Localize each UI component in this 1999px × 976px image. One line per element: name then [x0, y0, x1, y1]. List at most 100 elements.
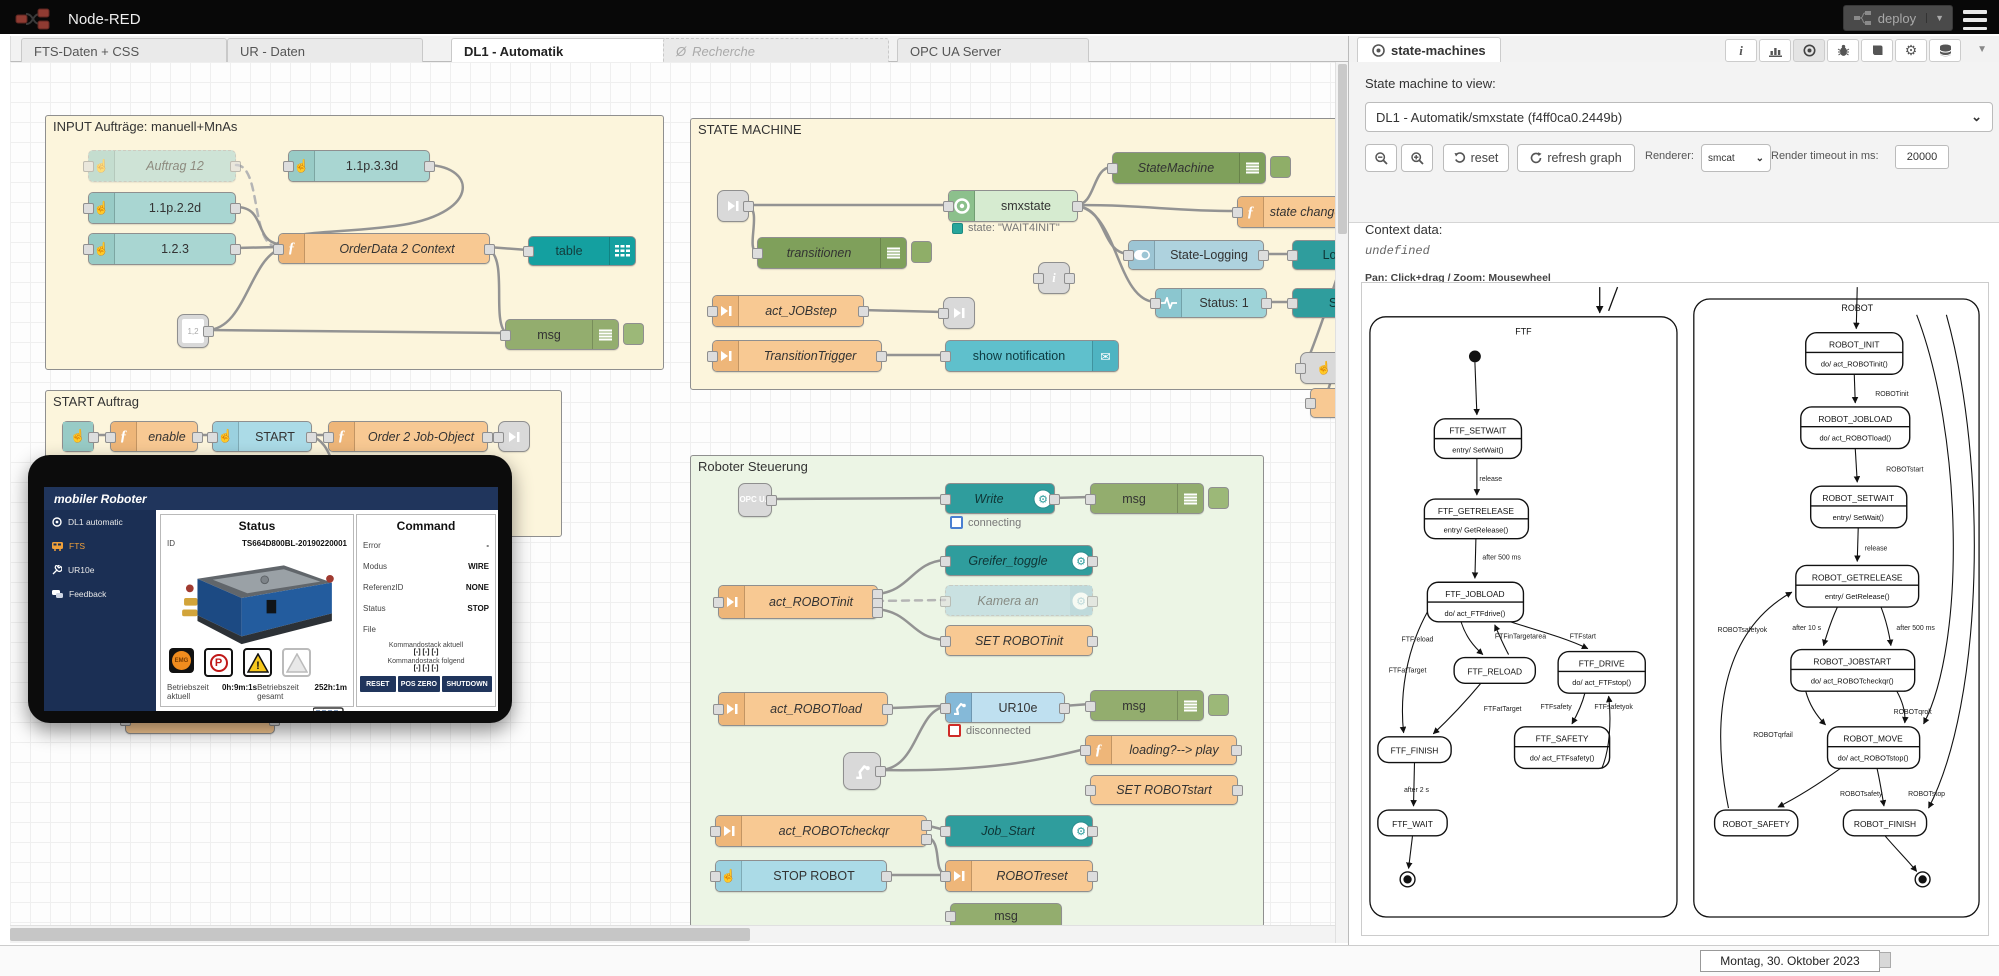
inject-button-icon[interactable]: ☝	[89, 193, 115, 223]
output-port[interactable]	[872, 607, 883, 618]
kamera-an-node[interactable]: Kamera an ⚙	[945, 585, 1093, 616]
link-out-node[interactable]	[498, 421, 530, 452]
function-node-loading-play[interactable]: ƒ loading?--> play	[1085, 735, 1237, 765]
nav-item-feedback[interactable]: Feedback	[44, 582, 156, 606]
flow-canvas[interactable]: INPUT Aufträge: manuell+MnAs START Auftr…	[10, 62, 1335, 925]
debug-node-transitionen[interactable]: transitionen	[757, 237, 907, 269]
inject-button-icon[interactable]: ☝	[63, 422, 93, 451]
zoom-out-button[interactable]	[1365, 144, 1397, 172]
nav-item-dl1-automatic[interactable]: DL1 automatic	[44, 510, 156, 534]
vertical-scrollbar[interactable]	[1335, 62, 1348, 943]
status-node-status1[interactable]: Status: 1	[1155, 288, 1267, 318]
state-machine-select[interactable]: DL1 - Automatik/smxstate (f4ff0ca0.2449b…	[1365, 102, 1993, 132]
opcua-write-node[interactable]: Write ⚙	[945, 483, 1055, 514]
robot-arm-link-node[interactable]	[843, 752, 881, 790]
reset-button[interactable]: RESET	[360, 676, 396, 692]
protective-stop-button[interactable]: P	[204, 648, 233, 677]
inject-node-auftrag12[interactable]: ☝ Auftrag 12	[88, 150, 236, 182]
sidebar-tab-state-machines[interactable]: state-machines	[1357, 37, 1501, 64]
inject-button-icon[interactable]: ☝	[716, 861, 742, 891]
book-tab-button[interactable]	[1861, 39, 1893, 62]
context-data-tab-button[interactable]	[1929, 39, 1961, 62]
inject-node-stop-robot[interactable]: ☝ STOP ROBOT	[715, 860, 887, 892]
deploy-caret-icon[interactable]: ▼	[1926, 13, 1952, 23]
link-call-node-act-robotcheckqr[interactable]: act_ROBOTcheckqr	[715, 815, 927, 847]
debug-toggle-button[interactable]	[1208, 694, 1229, 716]
sidebar-menu-caret-icon[interactable]: ▼	[1977, 44, 1987, 55]
debug-toggle-button[interactable]	[1208, 487, 1229, 509]
smxstate-node[interactable]: smxstate	[948, 190, 1078, 222]
link-in-node-sm[interactable]	[717, 190, 749, 222]
output-port[interactable]	[921, 820, 932, 831]
file-link-node-12[interactable]: 1,2	[177, 314, 209, 348]
function-node-partial[interactable]	[1310, 388, 1335, 418]
main-menu-button[interactable]	[1961, 7, 1989, 33]
state-diagram-container[interactable]: FTF ROBOT FTF	[1361, 282, 1989, 936]
tab-fts-daten-css[interactable]: FTS-Daten + CSS	[21, 38, 227, 63]
chart-tab-button[interactable]	[1759, 39, 1791, 62]
state-machines-tab-button[interactable]	[1793, 39, 1825, 62]
tab-dl1-automatik[interactable]: DL1 - Automatik	[451, 38, 677, 63]
refresh-graph-button[interactable]: refresh graph	[1517, 144, 1635, 172]
nav-item-ur10e[interactable]: UR10e	[44, 558, 156, 582]
tab-opc-ua-server[interactable]: OPC UA Server	[897, 38, 1089, 63]
renderer-select[interactable]: smcat ⌄	[1701, 144, 1771, 172]
pos-zero-button[interactable]: POS ZERO	[398, 676, 441, 692]
inject-node-start[interactable]: ☝ START	[212, 421, 312, 452]
inject-node-1122d[interactable]: ☝ 1.1p.2.2d	[88, 192, 236, 224]
horizontal-scrollbar-thumb[interactable]	[10, 928, 750, 941]
table-node[interactable]: table	[528, 236, 636, 266]
inject-button-node[interactable]: ☝	[62, 421, 94, 452]
settings-tab-button[interactable]: ⚙	[1895, 39, 1927, 62]
debug-node-msg-bottom[interactable]: msg	[950, 903, 1062, 925]
inject-button-icon[interactable]: ☝	[213, 422, 239, 451]
link-call-node-robotreset[interactable]: ROBOTreset	[945, 860, 1093, 892]
inject-node-123[interactable]: ☝ 1.2.3	[88, 233, 236, 265]
ur10e-node[interactable]: UR10e	[945, 692, 1065, 723]
warning-button[interactable]: !	[243, 648, 272, 677]
function-node-enable[interactable]: ƒ enable	[110, 421, 198, 452]
output-port[interactable]	[921, 834, 932, 845]
link-call-node-act-robotinit[interactable]: act_ROBOTinit	[718, 585, 878, 619]
date-widget-icon[interactable]	[1879, 952, 1891, 968]
info-tab-button[interactable]: i	[1725, 39, 1757, 62]
debug-node-statemachine[interactable]: StateMachine	[1112, 152, 1266, 184]
deploy-button[interactable]: deploy ▼	[1843, 5, 1953, 31]
link-call-node-act-jobstep[interactable]: act_JOBstep	[712, 295, 864, 327]
job-start-node[interactable]: Job_Start ⚙	[945, 815, 1093, 847]
zoom-in-button[interactable]	[1401, 144, 1433, 172]
notification-node[interactable]: show notification ✉	[945, 340, 1119, 372]
link-call-node-transitiontrigger[interactable]: TransitionTrigger	[712, 340, 882, 372]
debug-node-msg-ur[interactable]: msg	[1090, 690, 1204, 721]
link-call-node-act-robotload[interactable]: act_ROBOTload	[718, 692, 888, 726]
reset-view-button[interactable]: reset	[1443, 144, 1509, 172]
timeout-input[interactable]	[1895, 145, 1949, 169]
vertical-scrollbar-thumb[interactable]	[1338, 64, 1347, 234]
function-node-state-changed[interactable]: ƒ state changed	[1237, 196, 1335, 228]
debug-toggle-button[interactable]	[623, 323, 644, 345]
link-out-node-sm[interactable]	[943, 297, 975, 329]
teal-node-partial[interactable]: S	[1292, 288, 1335, 318]
function-node-order2job[interactable]: ƒ Order 2 Job-Object	[328, 421, 488, 452]
debug-node-msg-write[interactable]: msg	[1090, 483, 1204, 514]
inject-node-113d[interactable]: ☝ 1.1p.3.3d	[288, 150, 430, 182]
debug-tab-button[interactable]	[1827, 39, 1859, 62]
opc-ua-link-node[interactable]: OPC UA	[738, 483, 772, 517]
state-logging-node[interactable]: State-Logging	[1128, 240, 1264, 270]
inactive-warning-button[interactable]	[282, 648, 311, 677]
debug-toggle-button[interactable]	[911, 241, 932, 263]
info-node[interactable]: i	[1038, 262, 1070, 294]
set-robotstart-node[interactable]: SET ROBOTstart	[1090, 775, 1238, 805]
nav-item-fts[interactable]: FTS	[44, 534, 156, 558]
debug-toggle-button[interactable]	[1270, 156, 1291, 178]
inject-button-icon[interactable]: ☝	[289, 151, 315, 181]
inject-button-icon[interactable]: ☝	[89, 151, 115, 181]
inject-node-partial[interactable]: ☝	[1300, 352, 1335, 384]
greifer-toggle-node[interactable]: Greifer_toggle ⚙	[945, 545, 1093, 576]
set-robotinit-node[interactable]: SET ROBOTinit	[945, 625, 1093, 656]
horizontal-scrollbar[interactable]	[10, 925, 1335, 943]
emergency-stop-button[interactable]: EMG	[169, 648, 194, 673]
inject-button-icon[interactable]: ☝	[89, 234, 115, 264]
tab-ur-daten[interactable]: UR - Daten	[227, 38, 423, 63]
debug-node-msg-input[interactable]: msg	[505, 319, 619, 350]
